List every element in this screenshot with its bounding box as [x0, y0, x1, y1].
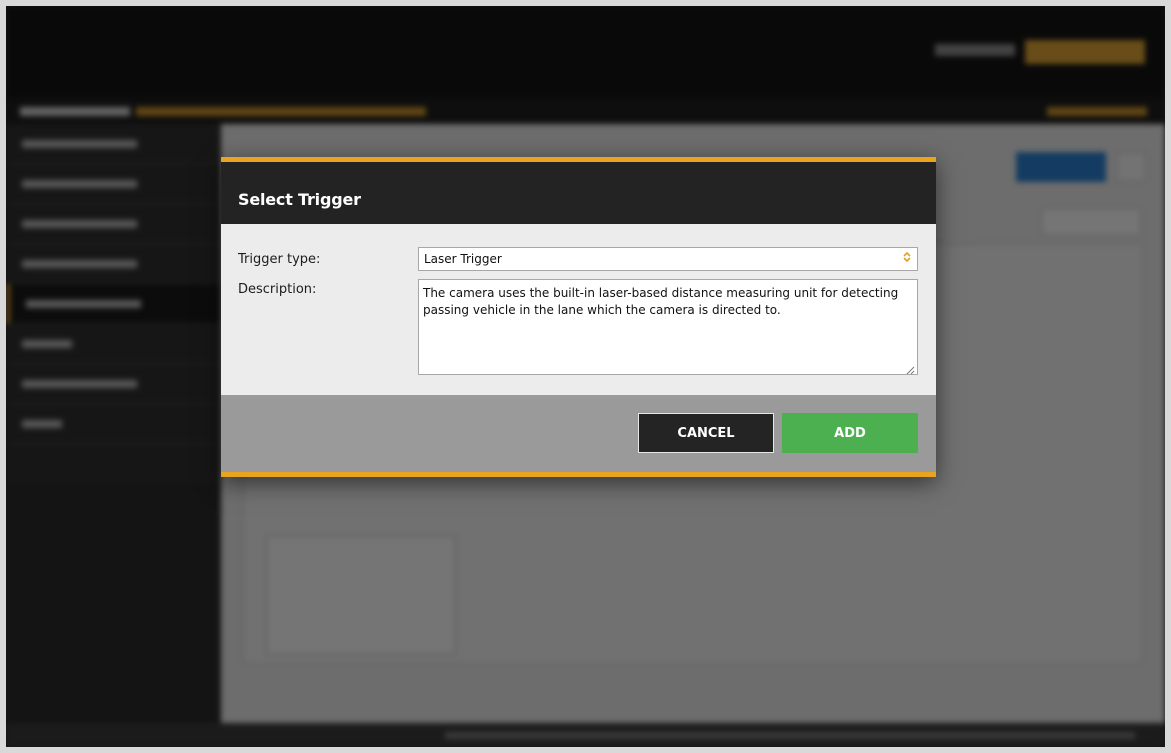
trigger-type-label: Trigger type: — [238, 252, 321, 267]
up-down-chevron-icon — [903, 251, 911, 265]
add-button[interactable]: ADD — [782, 413, 918, 453]
description-textarea[interactable]: The camera uses the built-in laser-based… — [418, 279, 918, 375]
description-text: The camera uses the built-in laser-based… — [423, 286, 899, 317]
dialog-body: Trigger type: Laser Trigger Description:… — [221, 224, 936, 395]
cancel-button[interactable]: CANCEL — [638, 413, 774, 453]
trigger-type-value: Laser Trigger — [424, 252, 502, 266]
trigger-type-select[interactable]: Laser Trigger — [418, 247, 918, 271]
select-trigger-dialog: Select Trigger Trigger type: Laser Trigg… — [221, 157, 936, 477]
dialog-footer: CANCEL ADD — [221, 395, 936, 472]
dialog-title: Select Trigger — [238, 190, 361, 209]
resize-grip-icon[interactable] — [906, 363, 915, 375]
description-label: Description: — [238, 282, 317, 297]
dialog-header: Select Trigger — [221, 162, 936, 224]
